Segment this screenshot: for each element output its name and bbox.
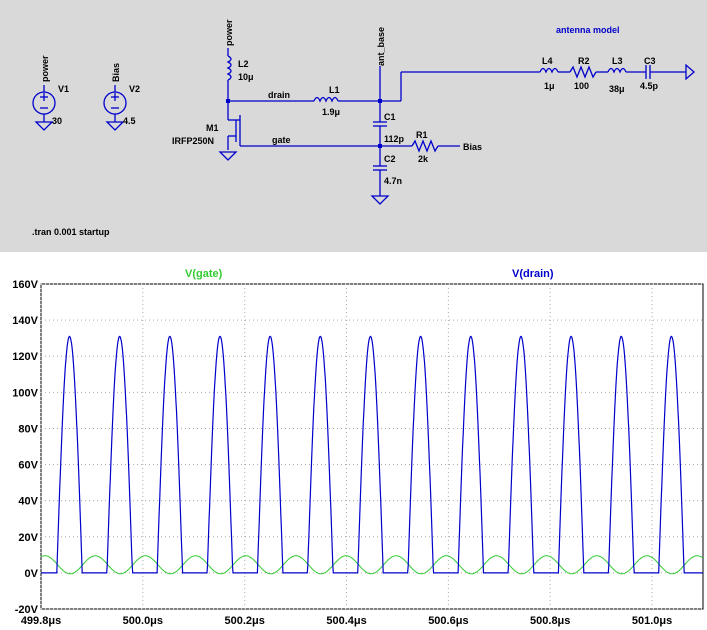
legend-vgate[interactable]: V(gate) [185,268,223,280]
x-tick-label: 500.0μs [123,615,163,627]
schematic-canvas: power V1 30 Bias V2 4.5 power L2 10μ dra… [32,19,695,237]
c3-ref: C3 [644,56,656,66]
x-tick-label: 500.2μs [225,615,265,627]
x-tick-label: 500.8μs [530,615,570,627]
l1-ref: L1 [329,85,340,95]
y-tick-label: 140V [12,315,38,327]
schematic-panel: power V1 30 Bias V2 4.5 power L2 10μ dra… [0,0,707,252]
l2-net-label: power [224,19,234,46]
c2-value: 4.7n [384,176,402,186]
v1-ref: V1 [58,84,69,94]
x-tick-label: 501.0μs [632,615,672,627]
l3-ref: L3 [612,56,623,66]
gate-net-label: gate [272,135,291,145]
v1-value: 30 [52,116,62,126]
m1-model: IRFP250N [172,136,214,146]
c1-ref: C1 [384,112,396,122]
c3-value: 4.5p [640,81,659,91]
r2-ref: R2 [578,56,590,66]
x-tick-label: 499.8μs [21,615,61,627]
l4-ref: L4 [542,56,553,66]
l2-value: 10μ [238,72,254,82]
m1-ref: M1 [206,123,219,133]
bias-net-label: Bias [463,142,482,152]
r1-value: 2k [418,154,429,164]
y-tick-label: 120V [12,351,38,363]
y-tick-label: 80V [18,423,38,435]
y-tick-label: 100V [12,387,38,399]
c2-ref: C2 [384,154,396,164]
spice-directive[interactable]: .tran 0.001 startup [32,227,110,237]
c1-value: 112p [384,134,405,144]
y-tick-label: 40V [18,496,38,508]
waveform-chart[interactable]: 160V140V120V100V80V60V40V20V0V-20V 499.8… [0,262,707,630]
waveform-panel[interactable]: 160V 140V 120V 100V 80V 60V 40V 20V 0V -20V 499.8… [0,262,707,630]
ant-base-net-label: ant_base [376,27,386,66]
l3-value: 38μ [609,84,625,94]
v1-net-label: power [40,55,50,82]
v2-value: 4.5 [123,116,136,126]
y-tick-label: 60V [18,460,38,472]
x-tick-label: 500.6μs [428,615,468,627]
r2-value: 100 [574,81,589,91]
legend-vdrain[interactable]: V(drain) [512,268,554,280]
v2-net-label: Bias [111,63,121,82]
y-tick-label: 0V [25,568,39,580]
y-tick-label: 20V [18,532,38,544]
x-tick-label: 500.4μs [326,615,366,627]
r1-ref: R1 [416,130,428,140]
v2-ref: V2 [129,84,140,94]
y-tick-label: 160V [12,279,38,291]
antenna-model-label: antenna model [556,25,620,35]
drain-net-label: drain [268,90,290,100]
l2-ref: L2 [238,59,249,69]
l1-value: 1.9μ [322,107,340,117]
l4-value: 1μ [544,81,555,91]
